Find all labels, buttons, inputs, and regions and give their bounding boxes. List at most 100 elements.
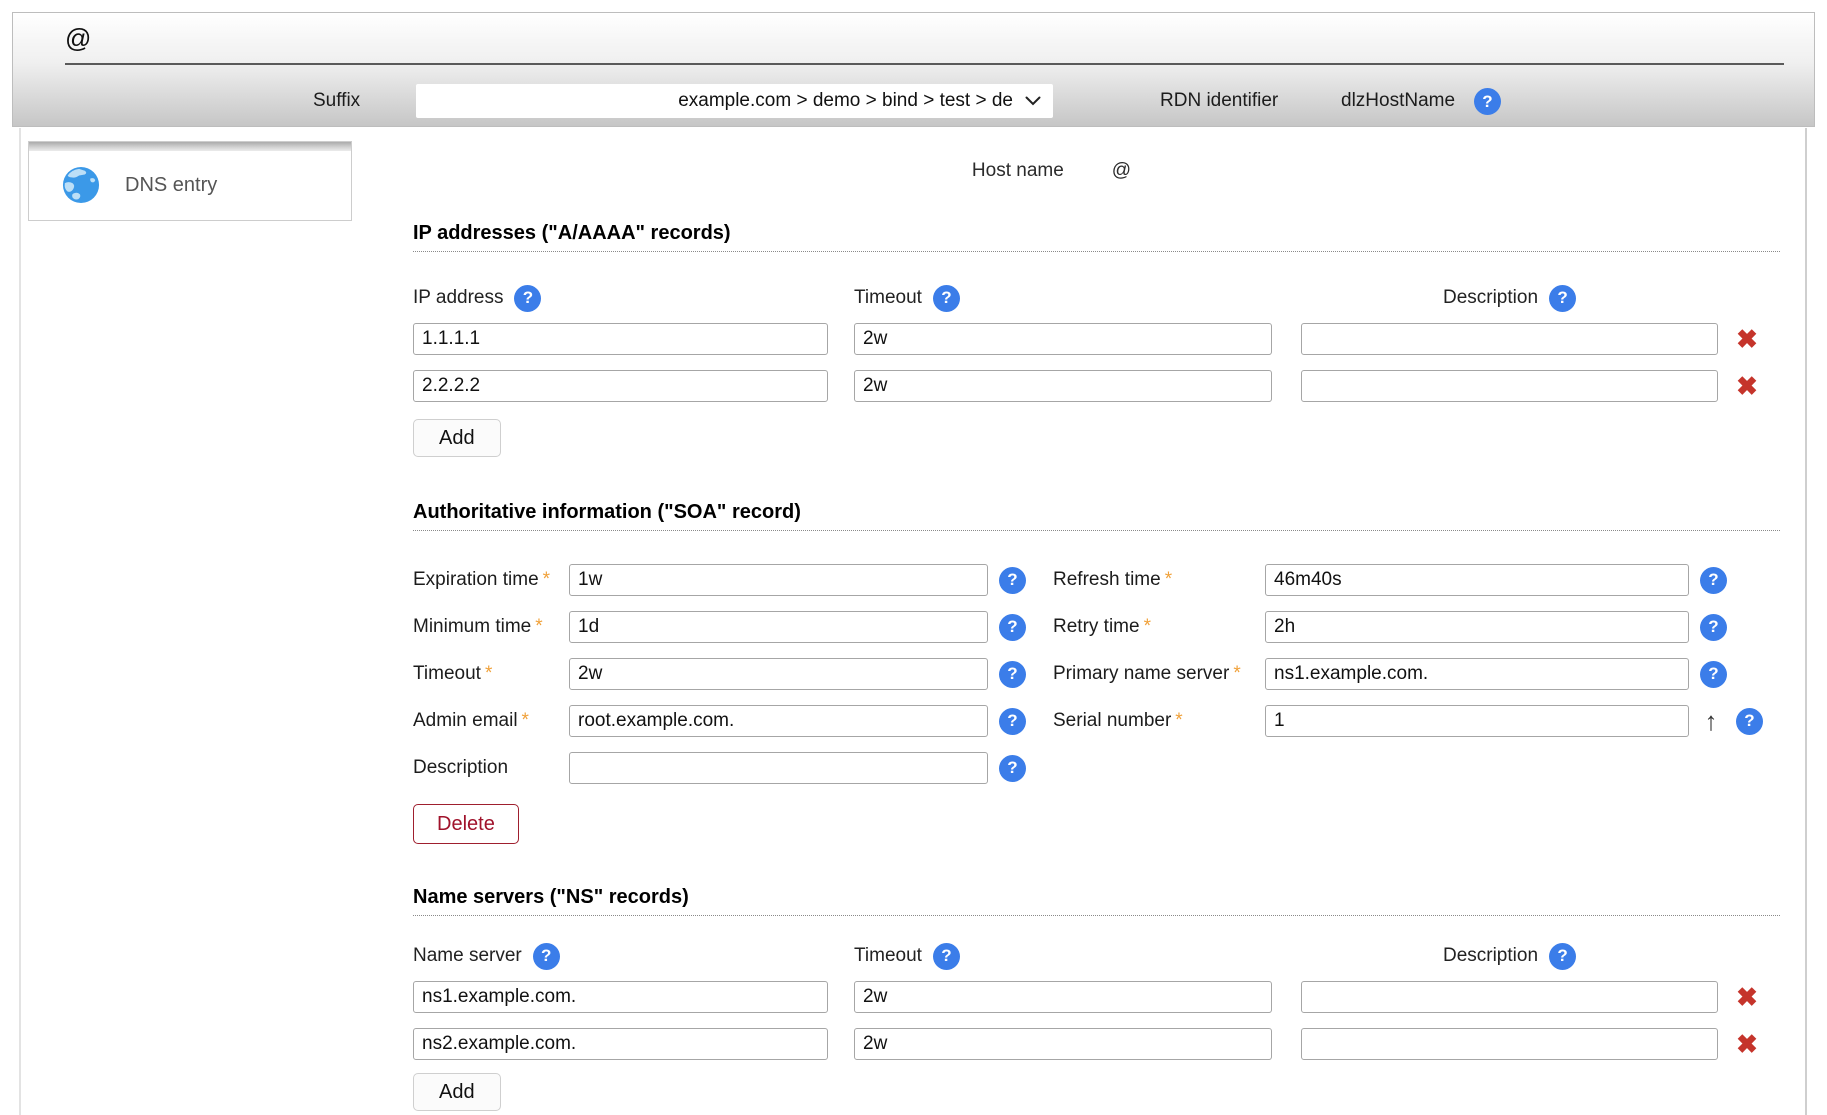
ip-column-headers: IP address? Timeout? Description? [413,284,1780,312]
tab-dns-entry[interactable]: DNS entry [28,141,352,221]
ns-timeout-input[interactable] [854,1028,1272,1060]
help-icon[interactable]: ? [1549,943,1576,970]
ip-address-column-label: IP address [413,287,503,309]
remove-x-icon: ✖ [1736,982,1758,1012]
ip-timeout-input[interactable] [854,370,1272,402]
ns-row: ✖ [413,981,1780,1013]
required-asterisk: * [1165,569,1172,590]
soa-grid: Expiration time* ? Refresh time* ? Minim… [413,564,1780,784]
ip-row: ✖ [413,323,1780,355]
expiration-time-label: Expiration time* [413,569,569,591]
remove-ip-button[interactable]: ✖ [1732,371,1762,401]
help-icon[interactable]: ? [933,285,960,312]
required-asterisk: * [522,710,529,731]
expiration-time-input[interactable] [569,564,988,596]
primary-name-server-input[interactable] [1265,658,1689,690]
content-left-border [19,128,21,1115]
refresh-time-input[interactable] [1265,564,1689,596]
help-icon[interactable]: ? [1700,614,1727,641]
help-icon[interactable]: ? [999,755,1026,782]
primary-name-server-label: Primary name server* [1053,663,1265,685]
admin-email-input[interactable] [569,705,988,737]
globe-icon [62,166,100,204]
rdn-identifier-label: RDN identifier [1160,84,1278,118]
retry-time-label: Retry time* [1053,616,1265,638]
ns-section: Name servers ("NS" records) Name server?… [413,886,1780,1111]
refresh-time-label: Refresh time* [1053,569,1265,591]
remove-ip-button[interactable]: ✖ [1732,324,1762,354]
timeout-column-label: Timeout [854,945,922,967]
host-name-label: Host name [972,160,1064,182]
rdn-identifier-value: dlzHostName [1341,84,1455,118]
serial-number-label: Serial number* [1053,710,1265,732]
remove-ns-button[interactable]: ✖ [1732,982,1762,1012]
help-icon[interactable]: ? [999,567,1026,594]
content-right-border [1805,128,1807,1115]
retry-time-input[interactable] [1265,611,1689,643]
help-icon[interactable]: ? [999,708,1026,735]
required-asterisk: * [485,663,492,684]
admin-email-label: Admin email* [413,710,569,732]
dns-entry-page: @ Suffix example.com > demo > bind > tes… [0,0,1827,1115]
tab-top-stripe [29,142,351,151]
remove-x-icon: ✖ [1736,1029,1758,1059]
serial-number-input[interactable] [1265,705,1689,737]
ns-description-input[interactable] [1301,1028,1718,1060]
name-server-input[interactable] [413,981,828,1013]
remove-ns-button[interactable]: ✖ [1732,1029,1762,1059]
help-icon[interactable]: ? [514,285,541,312]
host-name-row: Host name @ [368,158,1735,184]
help-icon[interactable]: ? [999,614,1026,641]
ip-section-title: IP addresses ("A/AAAA" records) [413,222,1780,252]
ns-column-headers: Name server? Timeout? Description? [413,942,1780,970]
suffix-label: Suffix [313,84,360,118]
tab-dns-entry-label: DNS entry [125,174,217,197]
soa-section-title: Authoritative information ("SOA" record) [413,501,1780,531]
name-server-column-label: Name server [413,945,522,967]
up-arrow-icon: ↑ [1705,706,1718,736]
help-icon[interactable]: ? [1549,285,1576,312]
minimum-time-label: Minimum time* [413,616,569,638]
ip-description-input[interactable] [1301,323,1718,355]
name-server-input[interactable] [413,1028,828,1060]
ip-description-input[interactable] [1301,370,1718,402]
help-icon[interactable]: ? [933,943,960,970]
suffix-select[interactable]: example.com > demo > bind > test > de [416,84,1053,118]
soa-description-input[interactable] [569,752,988,784]
soa-timeout-input[interactable] [569,658,988,690]
ip-address-input[interactable] [413,323,828,355]
help-icon[interactable]: ? [999,661,1026,688]
description-column-label: Description [1443,287,1538,309]
ns-description-input[interactable] [1301,981,1718,1013]
ns-section-title: Name servers ("NS" records) [413,886,1780,916]
serial-increment-button[interactable]: ↑ [1697,706,1725,736]
remove-x-icon: ✖ [1736,324,1758,354]
help-icon[interactable]: ? [1736,708,1763,735]
remove-x-icon: ✖ [1736,371,1758,401]
header-band: @ Suffix example.com > demo > bind > tes… [12,12,1815,127]
add-ns-button[interactable]: Add [413,1073,501,1111]
timeout-column-label: Timeout [854,287,922,309]
ip-timeout-input[interactable] [854,323,1272,355]
delete-soa-button[interactable]: Delete [413,804,519,844]
suffix-selected-value: example.com > demo > bind > test > de [678,90,1013,112]
help-icon[interactable]: ? [1700,567,1727,594]
required-asterisk: * [535,616,542,637]
help-icon[interactable]: ? [1700,661,1727,688]
soa-timeout-label: Timeout* [413,663,569,685]
required-asterisk: * [543,569,550,590]
soa-description-label: Description [413,757,569,779]
minimum-time-input[interactable] [569,611,988,643]
help-icon[interactable]: ? [533,943,560,970]
required-asterisk: * [1175,710,1182,731]
help-icon[interactable]: ? [1474,88,1501,115]
ip-address-input[interactable] [413,370,828,402]
host-name-value: @ [1112,160,1131,182]
description-column-label: Description [1443,945,1538,967]
add-ip-button[interactable]: Add [413,419,501,457]
required-asterisk: * [1233,663,1240,684]
ns-timeout-input[interactable] [854,981,1272,1013]
chevron-down-icon [1025,96,1041,106]
ip-row: ✖ [413,370,1780,402]
dns-form: Host name @ IP addresses ("A/AAAA" recor… [413,128,1780,1111]
